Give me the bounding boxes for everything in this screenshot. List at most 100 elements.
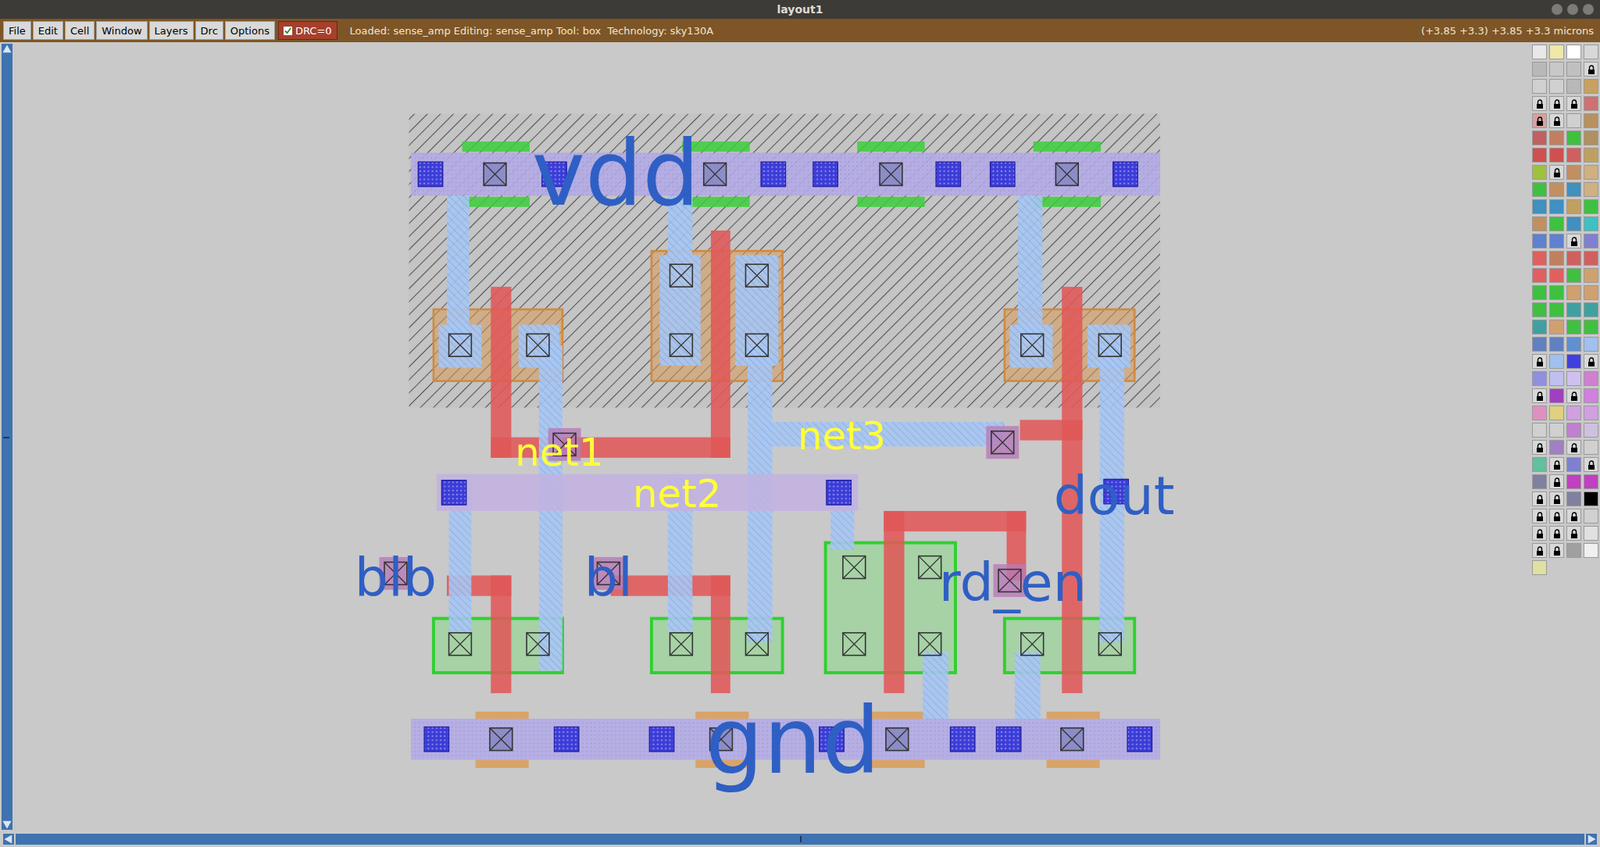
- layer-swatch[interactable]: [1566, 457, 1582, 472]
- layer-swatch[interactable]: [1549, 525, 1565, 541]
- poly[interactable]: [710, 230, 731, 458]
- layer-swatch[interactable]: [1583, 439, 1599, 455]
- poly[interactable]: [883, 510, 904, 693]
- maximize-icon[interactable]: [1567, 3, 1579, 15]
- layer-swatch[interactable]: [1549, 491, 1565, 507]
- local-interconnect[interactable]: [518, 325, 560, 368]
- layer-swatch[interactable]: [1549, 542, 1565, 558]
- layer-swatch[interactable]: [1583, 285, 1599, 300]
- layer-swatch[interactable]: [1532, 113, 1547, 129]
- layer-swatch[interactable]: [1566, 44, 1582, 60]
- net-label[interactable]: blb: [354, 546, 437, 609]
- menu-button[interactable]: Drc: [195, 21, 224, 40]
- layer-swatch[interactable]: [1566, 199, 1582, 215]
- menu-button[interactable]: Cell: [64, 21, 95, 40]
- layer-swatch[interactable]: [1549, 147, 1565, 163]
- layer-swatch[interactable]: [1532, 285, 1547, 300]
- local-interconnect[interactable]: [446, 195, 470, 339]
- layer-swatch[interactable]: [1549, 44, 1565, 60]
- layer-swatch[interactable]: [1566, 285, 1582, 300]
- layout-drawing[interactable]: vddgndnet1net2net3blbblrd_endout: [14, 42, 1531, 832]
- menu-button[interactable]: Edit: [32, 21, 64, 40]
- net-label[interactable]: bl: [584, 546, 633, 609]
- scroll-up-icon[interactable]: [1, 43, 13, 55]
- close-icon[interactable]: [1582, 3, 1594, 15]
- layer-swatch[interactable]: [1583, 61, 1599, 77]
- layer-swatch[interactable]: [1566, 491, 1582, 507]
- net-label[interactable]: net2: [632, 471, 722, 517]
- layer-swatch[interactable]: [1532, 405, 1547, 421]
- layer-swatch[interactable]: [1583, 491, 1599, 507]
- layer-swatch[interactable]: [1532, 182, 1547, 197]
- local-interconnect[interactable]: [1009, 325, 1053, 368]
- layer-swatch[interactable]: [1566, 130, 1582, 146]
- layer-swatch[interactable]: [1583, 199, 1599, 215]
- layer-swatch[interactable]: [1566, 164, 1582, 180]
- layer-swatch[interactable]: [1549, 439, 1565, 455]
- layer-swatch[interactable]: [1583, 508, 1599, 524]
- layer-swatch[interactable]: [1583, 388, 1599, 404]
- layer-swatch[interactable]: [1566, 216, 1582, 232]
- layer-swatch[interactable]: [1566, 250, 1582, 266]
- net-label[interactable]: rd_en: [939, 551, 1087, 614]
- layer-swatch[interactable]: [1549, 61, 1565, 77]
- menu-button[interactable]: Layers: [149, 21, 194, 40]
- layer-swatch[interactable]: [1549, 199, 1565, 215]
- layer-swatch[interactable]: [1549, 250, 1565, 266]
- layer-swatch[interactable]: [1566, 405, 1582, 421]
- layer-swatch[interactable]: [1532, 164, 1547, 180]
- layer-swatch[interactable]: [1566, 542, 1582, 558]
- layer-swatch[interactable]: [1532, 130, 1547, 146]
- menu-button[interactable]: Options: [225, 21, 275, 40]
- layer-swatch[interactable]: [1549, 216, 1565, 232]
- layer-swatch[interactable]: [1583, 250, 1599, 266]
- layer-swatch[interactable]: [1549, 508, 1565, 524]
- layer-swatch[interactable]: [1532, 491, 1547, 507]
- layer-swatch[interactable]: [1549, 353, 1565, 369]
- net-label[interactable]: gnd: [705, 687, 881, 795]
- layer-swatch[interactable]: [1566, 233, 1582, 249]
- layer-swatch[interactable]: [1566, 388, 1582, 404]
- poly[interactable]: [490, 286, 511, 458]
- layer-swatch[interactable]: [1549, 474, 1565, 490]
- layer-swatch[interactable]: [1549, 130, 1565, 146]
- layer-swatch[interactable]: [1532, 96, 1547, 111]
- layer-swatch[interactable]: [1583, 319, 1599, 335]
- layer-swatch[interactable]: [1566, 113, 1582, 129]
- layer-swatch[interactable]: [1532, 44, 1547, 60]
- layer-swatch[interactable]: [1583, 147, 1599, 163]
- poly[interactable]: [883, 510, 1026, 532]
- layer-swatch[interactable]: [1583, 164, 1599, 180]
- layer-swatch[interactable]: [1549, 457, 1565, 472]
- vdd-rail[interactable]: [410, 152, 1161, 196]
- layer-swatch[interactable]: [1532, 422, 1547, 438]
- layer-swatch[interactable]: [1549, 182, 1565, 197]
- layer-swatch[interactable]: [1549, 302, 1565, 318]
- scroll-thumb[interactable]: [800, 835, 802, 843]
- layer-swatch[interactable]: [1566, 147, 1582, 163]
- layer-swatch[interactable]: [1583, 216, 1599, 232]
- layer-swatch[interactable]: [1532, 336, 1547, 352]
- drc-button[interactable]: DRC=0: [278, 21, 338, 40]
- layer-swatch[interactable]: [1583, 525, 1599, 541]
- scroll-right-icon[interactable]: [1585, 833, 1597, 845]
- layer-swatch[interactable]: [1532, 78, 1547, 94]
- layer-swatch[interactable]: [1532, 250, 1547, 266]
- layer-swatch[interactable]: [1532, 61, 1547, 77]
- layer-swatch[interactable]: [1583, 474, 1599, 490]
- local-interconnect[interactable]: [922, 652, 949, 720]
- layer-swatch[interactable]: [1583, 422, 1599, 438]
- layer-swatch[interactable]: [1549, 78, 1565, 94]
- layer-swatch[interactable]: [1532, 353, 1547, 369]
- local-interconnect[interactable]: [659, 254, 700, 365]
- layer-swatch[interactable]: [1549, 371, 1565, 386]
- layer-swatch[interactable]: [1583, 182, 1599, 197]
- poly[interactable]: [1020, 419, 1083, 440]
- layout-canvas[interactable]: vddgndnet1net2net3blbblrd_endout: [14, 42, 1531, 832]
- layer-swatch[interactable]: [1566, 525, 1582, 541]
- layer-swatch[interactable]: [1583, 353, 1599, 369]
- layer-swatch[interactable]: [1549, 164, 1565, 180]
- layer-swatch[interactable]: [1532, 319, 1547, 335]
- layer-swatch[interactable]: [1583, 336, 1599, 352]
- layer-swatch[interactable]: [1532, 525, 1547, 541]
